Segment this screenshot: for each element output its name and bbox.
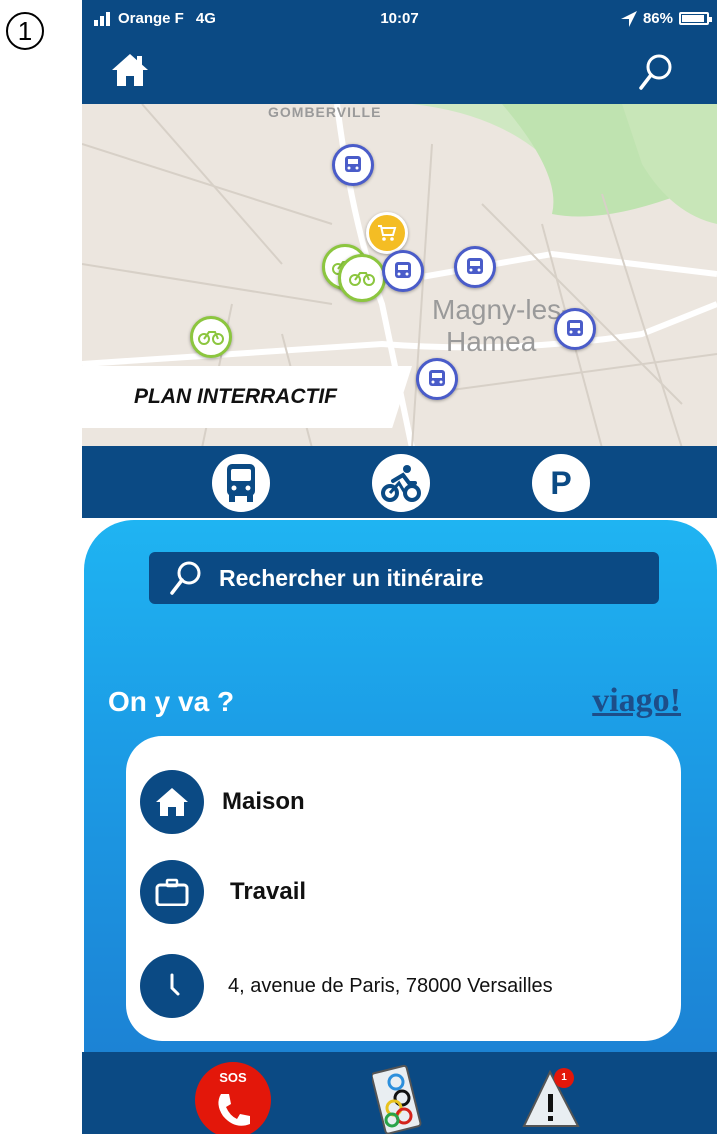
favorite-label: Maison (222, 788, 305, 815)
bus-icon (567, 320, 583, 336)
transport-mode-bar: P (82, 446, 717, 518)
bike-icon (198, 331, 224, 345)
bus-stop-marker[interactable] (554, 308, 596, 350)
bus-stop-marker[interactable] (382, 250, 424, 292)
bike-icon (381, 465, 421, 502)
favorite-home[interactable]: Maison (140, 770, 305, 834)
brand-logo[interactable]: viago! (592, 682, 681, 720)
status-bar: Orange F 4G 10:07 86% (82, 8, 717, 36)
shop-marker[interactable] (366, 212, 408, 254)
alert-count-badge: 1 (554, 1068, 574, 1088)
bike-icon (349, 272, 375, 286)
bus-icon (429, 370, 445, 386)
bus-stop-marker[interactable] (454, 246, 496, 288)
bike-station-marker[interactable] (190, 316, 232, 358)
sos-label: SOS (219, 1070, 247, 1085)
step-number: 1 (6, 12, 44, 50)
interactive-map-button[interactable]: PLAN INTERRACTIF (82, 366, 412, 428)
bus-icon (345, 156, 361, 172)
mode-parking-button[interactable]: P (532, 454, 590, 512)
bus-stop-marker[interactable] (416, 358, 458, 400)
warning-icon (522, 1069, 580, 1127)
cart-icon (378, 225, 397, 241)
favorites-card: Maison Travail 4, avenue de Paris, 78000… (126, 736, 681, 1041)
sos-button[interactable]: SOS (195, 1062, 271, 1134)
top-bar: Orange F 4G 10:07 86% (82, 0, 717, 104)
bottom-nav: SOS 1 (82, 1052, 717, 1134)
search-icon[interactable] (637, 52, 675, 92)
ticket-icon[interactable] (372, 1064, 426, 1134)
bike-station-marker[interactable] (338, 254, 386, 302)
mode-bus-button[interactable] (212, 454, 270, 512)
battery-icon (679, 12, 712, 25)
itinerary-search-button[interactable]: Rechercher un itinéraire (149, 552, 659, 604)
search-icon (170, 561, 201, 595)
briefcase-icon (140, 860, 204, 924)
bus-stop-marker[interactable] (332, 144, 374, 186)
favorite-label: Travail (230, 878, 307, 905)
bus-icon (227, 464, 255, 502)
itinerary-search-label: Rechercher un itinéraire (219, 564, 484, 591)
itinerary-panel: Rechercher un itinéraire On y va ? viago… (84, 520, 717, 1060)
interactive-map-label: PLAN INTERRACTIF (134, 385, 337, 408)
map-locality-label: GOMBERVILLE (268, 104, 382, 120)
battery-percent: 86% (642, 10, 673, 27)
location-arrow-icon (620, 10, 637, 27)
parking-icon: P (550, 464, 572, 501)
home-icon[interactable] (110, 52, 150, 88)
mode-bike-button[interactable] (372, 454, 430, 512)
alerts-button[interactable]: 1 (522, 1064, 584, 1134)
phone-icon (218, 1094, 250, 1126)
phone-screen: Orange F 4G 10:07 86% GOMBERVILLE Magny-… (82, 0, 717, 1134)
clock-icon (140, 954, 204, 1018)
home-icon (140, 770, 204, 834)
favorite-work[interactable]: Travail (140, 860, 306, 924)
favorite-recent-address[interactable]: 4, avenue de Paris, 78000 Versailles (140, 954, 553, 1018)
favorite-address: 4, avenue de Paris, 78000 Versailles (228, 974, 553, 997)
bus-icon (395, 262, 411, 278)
headline: On y va ? (108, 686, 235, 717)
map-town-label: Magny-les- Hamea (432, 294, 571, 357)
bus-icon (467, 258, 483, 274)
